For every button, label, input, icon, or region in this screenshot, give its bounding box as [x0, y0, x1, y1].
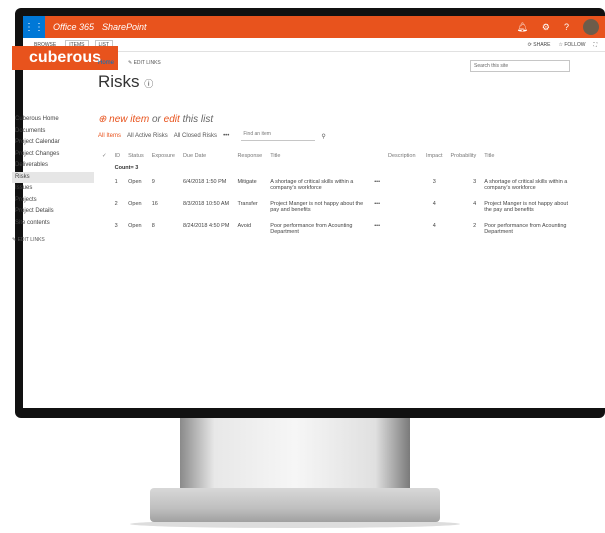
nav-item-documents[interactable]: Documents	[12, 126, 94, 138]
page-title-text: Risks	[98, 72, 140, 91]
suite-bar: ⋮⋮ Office 365 SharePoint 🔔︎ ⚙ ?	[23, 16, 605, 38]
nav-item-risks[interactable]: Risks	[12, 171, 94, 183]
nav-edit-label: EDIT LINKS	[17, 237, 45, 243]
nav-item-site-contents[interactable]: Site contents	[12, 218, 94, 230]
cell-id: 1	[114, 179, 118, 185]
cell-due-date: 6/4/2018 1:50 PM	[182, 179, 227, 185]
info-icon[interactable]: ⓘ	[144, 79, 153, 89]
nav-item-changes[interactable]: Project Changes	[12, 149, 94, 161]
bell-icon[interactable]: 🔔︎	[516, 22, 527, 33]
cell-exposure: 8	[151, 223, 155, 229]
cell-probability: 2	[473, 223, 477, 229]
col-response[interactable]: Response	[233, 150, 266, 162]
cell-description	[384, 174, 422, 196]
row-menu-icon[interactable]: •••	[370, 218, 384, 240]
count-label: Count= 3	[114, 165, 139, 171]
office365-brand[interactable]: Office 365	[53, 22, 94, 32]
share-button[interactable]: ⟳ SHARE	[528, 42, 551, 48]
breadcrumb-home[interactable]: Home	[98, 60, 114, 66]
table-row[interactable]: 2 Open 16 8/3/2018 10:50 AM Transfer Pro…	[98, 196, 574, 218]
cell-impact: 3	[432, 179, 436, 185]
cell-title-2: Project Manger is not happy about the pa…	[484, 201, 568, 213]
nav-item-home[interactable]: Cuberous Home	[12, 114, 94, 126]
help-icon[interactable]: ?	[564, 22, 569, 32]
search-input[interactable]: Search this site	[470, 60, 570, 72]
cell-description	[384, 218, 422, 240]
col-due-date[interactable]: Due Date	[179, 150, 233, 162]
cell-title-2: A shortage of critical skills within a c…	[484, 179, 568, 191]
focus-icon[interactable]: ⛶	[593, 42, 597, 48]
page-title: Risks ⓘ	[98, 72, 153, 92]
gear-icon[interactable]: ⚙	[542, 22, 550, 33]
cell-title-2: Poor performance from Acounting Departme…	[484, 223, 567, 235]
cell-impact: 4	[432, 201, 436, 207]
cell-response: Avoid	[237, 223, 252, 229]
cell-title[interactable]: Project Manger is not happy about the pa…	[266, 196, 370, 218]
this-list-text: this list	[182, 114, 214, 125]
nav-item-calendar[interactable]: Project Calendar	[12, 137, 94, 149]
edit-links-label: EDIT LINKS	[133, 60, 161, 66]
col-id[interactable]: ID	[111, 150, 125, 162]
table-row[interactable]: 3 Open 8 8/24/2018 4:50 PM Avoid Poor pe…	[98, 218, 574, 240]
nav-item-issues[interactable]: Issues	[12, 183, 94, 195]
monitor-stand	[180, 418, 410, 488]
cell-id: 3	[114, 223, 118, 229]
share-label: SHARE	[533, 41, 551, 48]
cell-due-date: 8/3/2018 10:50 AM	[182, 201, 230, 207]
sharepoint-brand[interactable]: SharePoint	[102, 22, 147, 32]
cell-id: 2	[114, 201, 118, 207]
cell-description	[384, 196, 422, 218]
new-item-link[interactable]: new item	[109, 114, 149, 125]
col-title-2[interactable]: Title	[480, 150, 574, 162]
cell-impact: 4	[432, 223, 436, 229]
cell-response: Mitigate	[237, 179, 257, 185]
cell-due-date: 8/24/2018 4:50 PM	[182, 223, 230, 229]
follow-button[interactable]: ☆ FOLLOW	[558, 42, 585, 48]
or-text: or	[151, 114, 161, 125]
select-all-check[interactable]: ✓	[98, 150, 111, 162]
find-item-input[interactable]: Find an item	[241, 131, 316, 141]
view-closed-risks[interactable]: All Closed Risks	[174, 133, 217, 139]
edit-links-top[interactable]: ✎ EDIT LINKS	[128, 60, 161, 66]
cell-exposure: 9	[151, 179, 155, 185]
col-description[interactable]: Description	[384, 150, 422, 162]
row-menu-icon[interactable]: •••	[370, 174, 384, 196]
col-probability[interactable]: Probability	[447, 150, 481, 162]
avatar[interactable]	[583, 19, 599, 35]
site-logo[interactable]: cuberous	[12, 46, 118, 70]
follow-label: FOLLOW	[564, 41, 586, 48]
app-launcher-icon[interactable]: ⋮⋮	[23, 16, 45, 38]
nav-item-project-details[interactable]: Project Details	[12, 206, 94, 218]
cell-status: Open	[128, 179, 142, 185]
view-active-risks[interactable]: All Active Risks	[127, 133, 168, 139]
new-item-icon[interactable]: ⊕	[98, 114, 106, 125]
cell-title[interactable]: Poor performance from Acounting Departme…	[266, 218, 370, 240]
cell-status: Open	[128, 223, 142, 229]
view-all-items[interactable]: All Items	[98, 133, 121, 139]
nav-edit-links[interactable]: ✎ EDIT LINKS	[12, 237, 94, 243]
new-item-bar: ⊕ new item or edit this list	[98, 114, 213, 125]
cell-response: Transfer	[237, 201, 258, 207]
edit-list-link[interactable]: edit	[164, 114, 180, 125]
col-status[interactable]: Status	[124, 150, 148, 162]
row-menu-icon[interactable]: •••	[370, 196, 384, 218]
col-impact[interactable]: Impact	[422, 150, 447, 162]
col-menu	[370, 150, 384, 162]
col-exposure[interactable]: Exposure	[148, 150, 179, 162]
view-selector: All Items All Active Risks All Closed Ri…	[98, 131, 326, 141]
table-row[interactable]: 1 Open 9 6/4/2018 1:50 PM Mitigate A sho…	[98, 174, 574, 196]
monitor-base	[150, 488, 440, 522]
cell-exposure: 16	[151, 201, 158, 207]
cell-title[interactable]: A shortage of critical skills within a c…	[266, 174, 370, 196]
nav-item-projects[interactable]: Projects	[12, 195, 94, 207]
left-nav: Cuberous Home Documents Project Calendar…	[12, 114, 94, 243]
cell-probability: 3	[473, 179, 477, 185]
cell-probability: 4	[473, 201, 477, 207]
cell-status: Open	[128, 201, 142, 207]
view-more[interactable]: •••	[223, 133, 229, 139]
risks-table: ✓ ID Status Exposure Due Date Response T…	[98, 150, 574, 240]
nav-item-deliverables[interactable]: Deliverables	[12, 160, 94, 172]
col-title[interactable]: Title	[266, 150, 370, 162]
search-icon[interactable]: ⚲	[321, 133, 325, 140]
